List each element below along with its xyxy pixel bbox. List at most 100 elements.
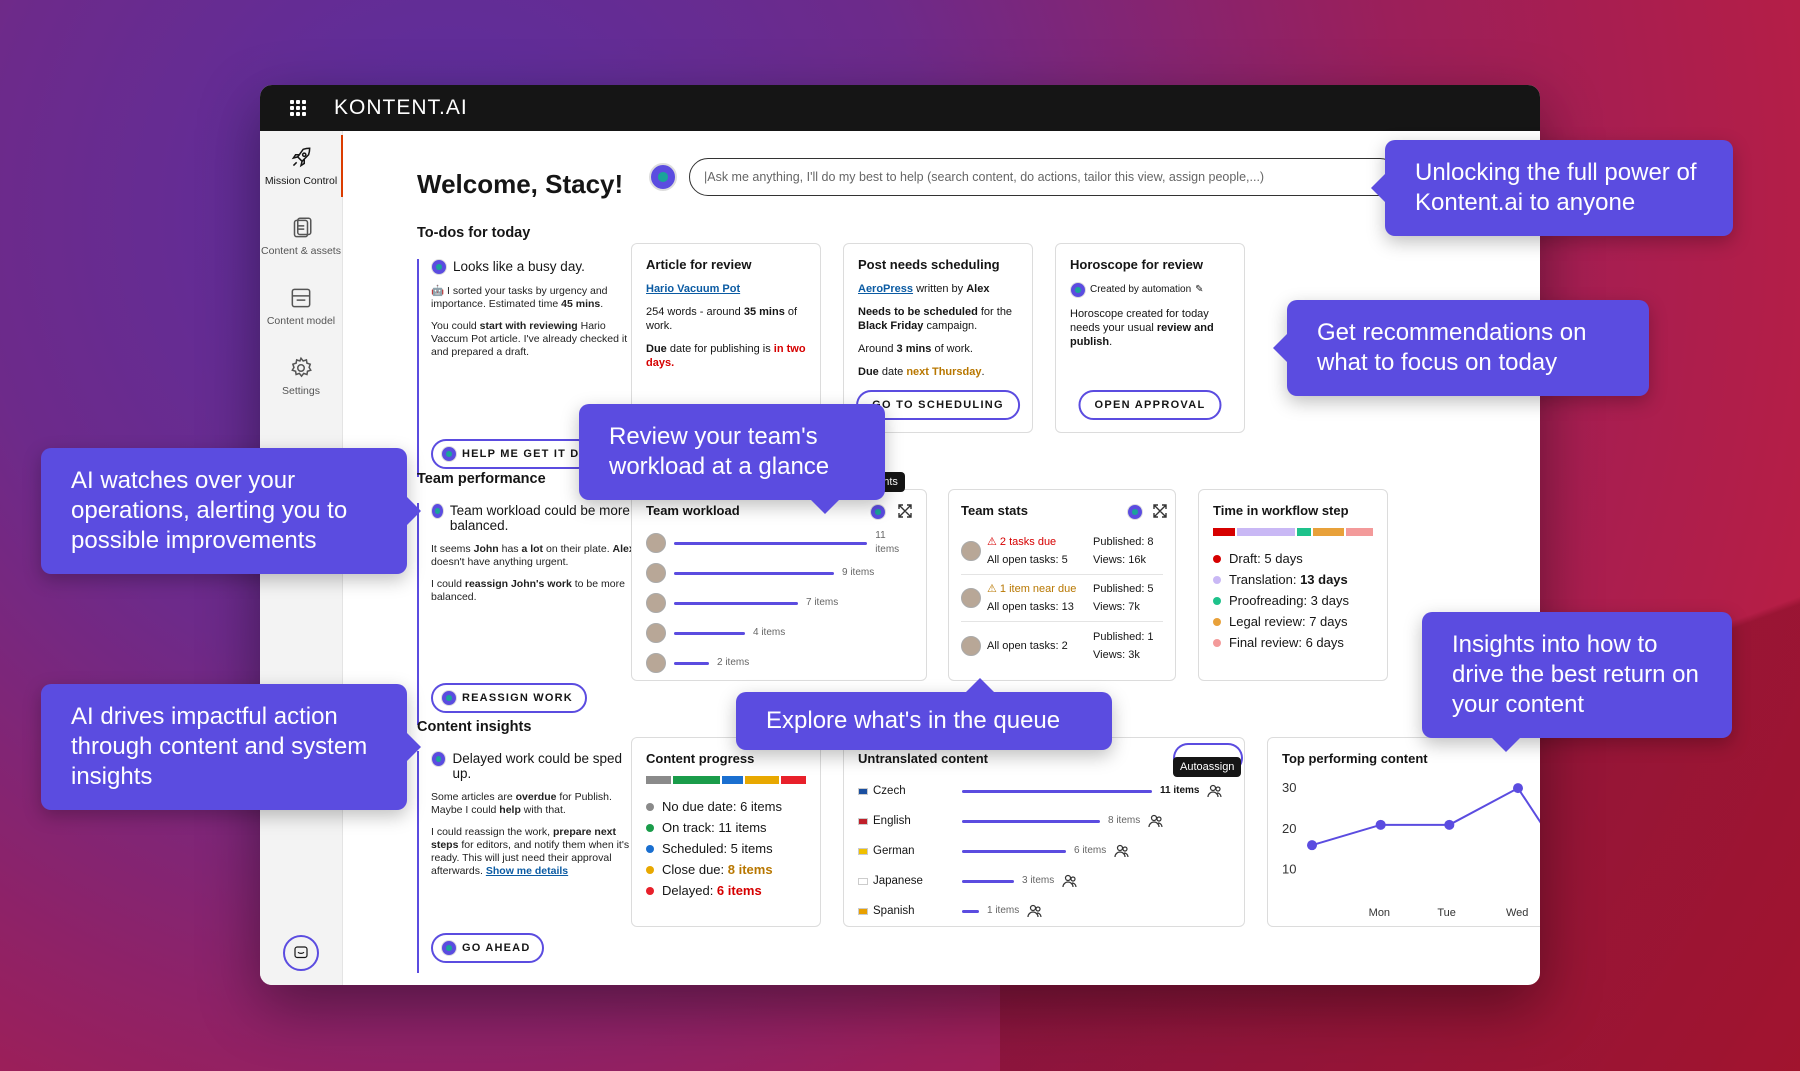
untranslated-bar — [962, 909, 979, 913]
app-window: KONTENT.AI Mission Control Content & ass… — [260, 85, 1540, 985]
card-title: Time in workflow step — [1213, 503, 1349, 518]
flag-icon — [858, 817, 868, 825]
untranslated-row[interactable]: English 8 items — [858, 806, 1230, 836]
sidebar-item-mission-control[interactable]: Mission Control — [260, 131, 343, 201]
card-title: Horoscope for review — [1070, 257, 1203, 272]
top-performing-card: Top performing content 102030MonTueWedTh — [1267, 737, 1540, 927]
workload-count: 11 items — [875, 530, 900, 555]
stats-alert: ⚠ 1 item near due — [987, 583, 1077, 595]
stats-right: Published: 5 Views: 7k — [1093, 580, 1163, 616]
insight-head: Team workload could be more balanced. — [449, 503, 630, 533]
section-title-team: Team performance — [417, 471, 546, 487]
data-point[interactable] — [1375, 819, 1386, 830]
flag-icon — [858, 907, 868, 915]
stack-segment — [780, 776, 806, 784]
data-point[interactable] — [1307, 840, 1317, 851]
sidebar-item-settings[interactable]: Settings — [260, 341, 342, 411]
chat-button[interactable] — [283, 935, 319, 971]
ai-avatar-icon — [431, 751, 447, 767]
sidebar-item-label: Content model — [266, 315, 336, 327]
expand-icon[interactable] — [1153, 504, 1167, 518]
stack-segment — [744, 776, 779, 784]
untranslated-count: 11 items — [1160, 785, 1200, 796]
workload-rows: 11 items 9 items 7 items 4 items 2 items — [646, 528, 912, 678]
stack-segment — [646, 776, 672, 784]
legend-item: Close due: 8 items — [646, 859, 806, 880]
insight-head: Delayed work could be sped up. — [452, 751, 623, 781]
untranslated-count: 6 items — [1074, 845, 1107, 856]
team-stats-card: Team stats ⚠ 2 tasks due All open tasks: … — [948, 489, 1176, 681]
stats-views: Views: 16k — [1093, 554, 1146, 566]
card-text: Due date next Thursday. — [858, 366, 985, 378]
go-ahead-button[interactable]: GO AHEAD — [431, 933, 545, 963]
callout-queue: Explore what's in the queue — [736, 678, 1112, 750]
untranslated-row[interactable]: German 6 items — [858, 836, 1230, 866]
untranslated-row[interactable]: Spanish 1 items — [858, 896, 1230, 926]
data-point[interactable] — [1513, 783, 1523, 794]
assign-people-icon[interactable] — [1062, 874, 1078, 888]
untranslated-row[interactable]: Japanese 3 items — [858, 866, 1230, 896]
legend-dot — [646, 802, 654, 811]
stack-segment — [1312, 528, 1345, 536]
stack-segment — [1213, 528, 1236, 536]
ai-avatar-icon[interactable] — [1127, 504, 1143, 520]
legend-dot — [646, 823, 654, 832]
language-cell: Spanish — [858, 904, 962, 918]
insight-text-1: Some articles are overdue for Publish. M… — [431, 791, 612, 816]
assign-people-icon[interactable] — [1148, 814, 1164, 828]
open-approval-button[interactable]: OPEN APPROVAL — [1078, 390, 1222, 420]
legend-dot — [1213, 554, 1221, 563]
todo-card-horoscope[interactable]: Horoscope for review Created by automati… — [1055, 243, 1245, 433]
legend-text: No due date: 6 items — [662, 799, 782, 814]
sidebar-item-label: Mission Control — [264, 175, 338, 187]
stats-published: Published: 5 — [1093, 583, 1154, 595]
workload-row[interactable]: 2 items — [646, 648, 912, 678]
workload-row[interactable]: 11 items — [646, 528, 912, 558]
legend-text: Delayed: 6 items — [662, 883, 762, 898]
language-name: Spanish — [873, 905, 915, 917]
post-link[interactable]: AeroPress — [858, 283, 913, 295]
y-tick-label: 20 — [1282, 821, 1296, 836]
ask-ai-input[interactable]: | Ask me anything, I'll do my best to hel… — [689, 158, 1399, 196]
model-icon — [291, 288, 311, 308]
insights-ai-icon[interactable] — [870, 504, 886, 520]
assign-people-icon[interactable] — [1027, 904, 1043, 918]
legend-item: Translation: 13 days — [1213, 569, 1373, 590]
untranslated-row[interactable]: Czech 11 items — [858, 776, 1230, 806]
untranslated-count: 1 items — [987, 905, 1020, 916]
sidebar-item-content-model[interactable]: Content model — [260, 271, 342, 341]
data-point[interactable] — [1444, 819, 1455, 830]
sidebar-item-content-assets[interactable]: Content & assets — [260, 201, 342, 271]
workload-row[interactable]: 4 items — [646, 618, 912, 648]
assign-people-icon[interactable] — [1207, 784, 1223, 798]
reassign-work-button[interactable]: REASSIGN WORK — [431, 683, 587, 713]
help-me-button[interactable]: HELP ME GET IT D — [431, 439, 594, 469]
section-title-content: Content insights — [417, 719, 532, 735]
workload-row[interactable]: 7 items — [646, 588, 912, 618]
insight-text-2: I could reassign the work, prepare next … — [431, 826, 630, 877]
ai-avatar-icon — [441, 690, 457, 706]
legend-dot — [646, 865, 654, 874]
app-grid-icon[interactable] — [290, 100, 306, 116]
ai-avatar-icon — [1070, 282, 1086, 298]
legend-text: Close due: 8 items — [662, 862, 773, 877]
callout-ai-drives: AI drives impactful action through conte… — [41, 684, 421, 810]
stack-segment — [1237, 528, 1296, 536]
workload-row[interactable]: 9 items — [646, 558, 912, 588]
stats-alert: ⚠ 2 tasks due — [987, 536, 1057, 548]
rocket-icon — [291, 147, 311, 168]
expand-icon[interactable] — [898, 504, 912, 518]
team-insight: Team workload could be more balanced. It… — [417, 503, 637, 725]
workflow-stack-bar — [1213, 528, 1374, 536]
callout-unlocking: Unlocking the full power of Kontent.ai t… — [1371, 140, 1733, 236]
avatar — [646, 533, 666, 553]
assign-people-icon[interactable] — [1114, 844, 1130, 858]
article-link[interactable]: Hario Vacuum Pot — [646, 283, 740, 295]
legend-text: Proofreading: 3 days — [1229, 593, 1349, 608]
ai-avatar-icon — [431, 259, 447, 275]
legend-text: Legal review: 7 days — [1229, 614, 1348, 629]
logo[interactable]: KONTENT.AI — [334, 96, 468, 120]
content-progress-card: Content progress No due date: 6 items On … — [631, 737, 821, 927]
show-details-link[interactable]: Show me details — [486, 865, 568, 877]
section-title-todos: To-dos for today — [417, 225, 531, 241]
